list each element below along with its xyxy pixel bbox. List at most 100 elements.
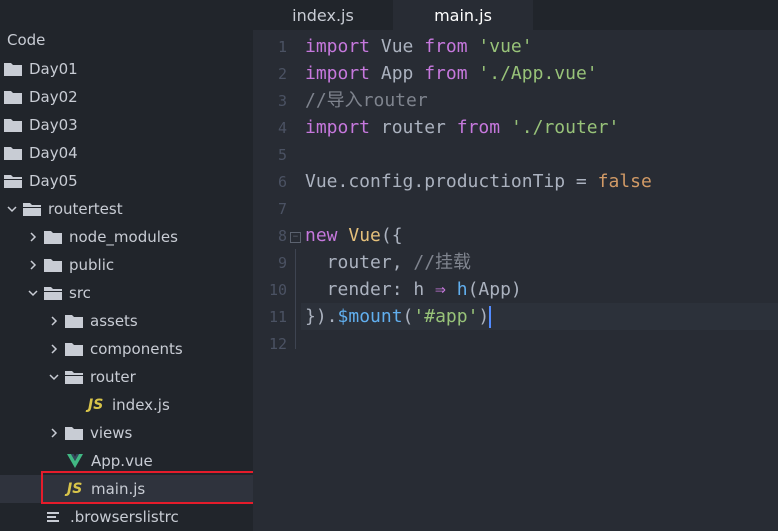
project-title: Code	[7, 31, 46, 49]
tree-item-views[interactable]: views	[0, 419, 253, 447]
code-token: ⇒	[435, 279, 446, 300]
code-line: Vue.config.productionTip = false	[305, 168, 652, 195]
js-file-icon: JS	[88, 397, 104, 413]
line-number: 10	[268, 281, 287, 299]
folder-open-icon	[44, 287, 62, 300]
tree-item-label: App.vue	[91, 452, 153, 470]
folder-icon	[65, 343, 83, 356]
tree-item-label: node_modules	[69, 228, 178, 246]
code-token: './router'	[510, 117, 620, 138]
code-token: from	[424, 36, 468, 57]
tab-index-js[interactable]: index.js	[253, 0, 393, 30]
line-number: 11	[268, 308, 287, 326]
tree-item-label: Day03	[29, 116, 78, 134]
code-token: $mount	[337, 306, 403, 327]
folder-open-icon	[4, 175, 22, 188]
code-token: router,	[305, 252, 414, 273]
tree-item-label: views	[90, 424, 133, 442]
line-number: 3	[277, 92, 287, 110]
code-token: (App)	[467, 279, 522, 300]
code-line: import App from './App.vue'	[305, 60, 598, 87]
tree-item-label: Day02	[29, 88, 78, 106]
selection-highlight-box	[41, 471, 253, 504]
tree-item-label: router	[90, 368, 136, 386]
chevron-right-icon[interactable]	[49, 335, 59, 363]
folder-icon	[44, 259, 62, 272]
chevron-right-icon[interactable]	[28, 251, 38, 279]
tree-item-label: index.js	[112, 396, 170, 414]
tree-item-public[interactable]: public	[0, 251, 253, 279]
tree-item-label: src	[69, 284, 91, 302]
code-editor[interactable]: − 1 2 3 4 5 6 7 8 9 10 11 12 import Vue from 'vue' i…	[253, 30, 778, 531]
folder-icon	[65, 427, 83, 440]
chevron-down-icon[interactable]	[28, 279, 38, 307]
code-token: render: h	[305, 279, 436, 300]
code-line: new Vue({	[305, 222, 403, 249]
tree-item-index-js[interactable]: JS index.js	[0, 391, 253, 419]
folder-icon	[4, 147, 22, 160]
tree-item-assets[interactable]: assets	[0, 307, 253, 335]
tree-item-browserslistrc[interactable]: .browserslistrc	[0, 503, 253, 531]
vue-file-icon	[67, 454, 83, 468]
folder-icon	[4, 91, 22, 104]
tree-item-components[interactable]: components	[0, 335, 253, 363]
chevron-right-icon[interactable]	[28, 223, 38, 251]
tree-item-routertest[interactable]: routertest	[0, 195, 253, 223]
tree-item-day03[interactable]: Day03	[0, 111, 253, 139]
code-token: router	[370, 117, 457, 138]
tree-item-label: assets	[90, 312, 138, 330]
tab-main-js[interactable]: main.js	[393, 0, 533, 30]
folder-icon	[4, 63, 22, 76]
fold-guide-line	[295, 249, 296, 349]
folder-icon	[44, 231, 62, 244]
code-token: (	[402, 306, 414, 327]
folder-icon	[65, 315, 83, 328]
code-token: import	[305, 63, 371, 84]
tree-item-day02[interactable]: Day02	[0, 83, 253, 111]
code-line: router, //挂载	[305, 249, 471, 276]
line-number: 9	[277, 254, 287, 272]
code-token: Vue	[370, 36, 425, 57]
line-number: 2	[277, 65, 287, 83]
tree-item-label: .browserslistrc	[70, 508, 179, 526]
tree-item-router[interactable]: router	[0, 363, 253, 391]
tab-bar: index.js main.js	[253, 0, 778, 30]
code-token: import	[305, 36, 371, 57]
tree-item-src[interactable]: src	[0, 279, 253, 307]
tree-item-label: components	[90, 340, 183, 358]
code-line: }).$mount('#app')	[305, 303, 492, 330]
code-token: }).	[305, 306, 338, 327]
tree-item-day04[interactable]: Day04	[0, 139, 253, 167]
tree-item-day05[interactable]: Day05	[0, 167, 253, 195]
tab-label: index.js	[292, 5, 354, 25]
tree-item-node-modules[interactable]: node_modules	[0, 223, 253, 251]
code-token: //导入router	[305, 90, 428, 111]
code-token: h	[456, 279, 468, 300]
tree-item-label: Day01	[29, 60, 78, 78]
chevron-down-icon[interactable]	[49, 363, 59, 391]
tree-item-day01[interactable]: Day01	[0, 55, 253, 83]
folder-open-icon	[65, 371, 83, 384]
folder-icon	[4, 119, 22, 132]
code-token: //挂载	[413, 252, 472, 273]
line-number: 12	[268, 335, 287, 353]
chevron-right-icon[interactable]	[49, 419, 59, 447]
code-line: import Vue from 'vue'	[305, 33, 533, 60]
folder-open-icon	[23, 203, 41, 216]
code-line: render: h ⇒ h(App)	[305, 276, 522, 303]
tree-item-label: Day04	[29, 144, 78, 162]
fold-toggle-icon[interactable]: −	[290, 232, 301, 243]
code-token: import	[305, 117, 371, 138]
line-number: 4	[277, 119, 287, 137]
tree-item-label: Day05	[29, 172, 78, 190]
config-file-icon	[47, 512, 59, 522]
code-token: '#app'	[413, 306, 479, 327]
chevron-right-icon[interactable]	[49, 307, 59, 335]
chevron-down-icon[interactable]	[7, 195, 17, 223]
code-token: App	[370, 63, 425, 84]
code-token: 'vue'	[478, 36, 533, 57]
